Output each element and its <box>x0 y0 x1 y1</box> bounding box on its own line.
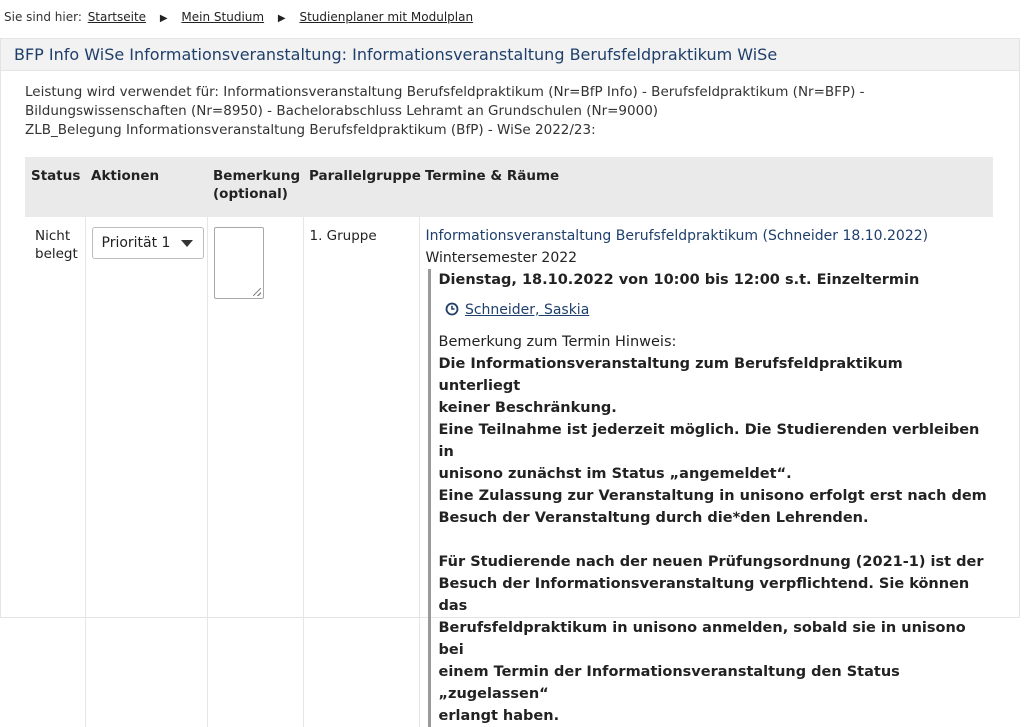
lecturer-row: Schneider, Saskia <box>445 299 988 321</box>
course-panel: BFP Info WiSe Informationsveranstaltung:… <box>0 38 1020 727</box>
usage-line: ZLB_Belegung Informationsveranstaltung B… <box>25 122 596 138</box>
table-row: Nicht belegt Priorität 1 1. Gruppe Infor… <box>25 217 993 727</box>
lecturer-link[interactable]: Schneider, Saskia <box>465 302 589 318</box>
registration-table: Status Aktionen Bemerkung (optional) Par… <box>25 157 993 727</box>
remark-line: Besuch der Veranstaltung durch die*den L… <box>438 510 869 526</box>
breadcrumb-link-startseite[interactable]: Startseite <box>88 10 146 24</box>
appointment-date: Dienstag, 18.10.2022 von 10:00 bis 12:00… <box>438 272 920 288</box>
appointment-detail: Dienstag, 18.10.2022 von 10:00 bis 12:00… <box>427 269 988 727</box>
header-parallel-group: Parallelgruppe <box>303 157 421 217</box>
triangle-right-icon: ▶ <box>277 13 286 24</box>
header-status: Status <box>25 157 85 217</box>
usage-line: Bildungswissenschaften (Nr=8950) - Bache… <box>25 103 659 119</box>
parallel-group-cell: 1. Gruppe <box>303 217 420 727</box>
priority-select-value: Priorität 1 <box>101 235 171 251</box>
remark-line: keiner Beschränkung. <box>438 400 617 416</box>
remark-textarea[interactable] <box>213 227 264 299</box>
header-actions: Aktionen <box>85 157 207 217</box>
resize-grip-icon[interactable] <box>252 288 261 296</box>
usage-info: Leistung wird verwendet für: Information… <box>25 83 1005 140</box>
remark-heading: Bemerkung zum Termin Hinweis: <box>438 334 677 350</box>
remark-cell <box>207 217 304 727</box>
actions-cell: Priorität 1 <box>85 217 208 727</box>
remark-line: Für Studierende nach der neuen Prüfungso… <box>438 554 984 570</box>
clock-icon <box>445 302 458 316</box>
remark-line: Eine Zulassung zur Veranstaltung in unis… <box>438 488 987 504</box>
priority-select[interactable]: Priorität 1 <box>91 227 204 259</box>
breadcrumb-link-mein-studium[interactable]: Mein Studium <box>181 10 264 24</box>
triangle-right-icon: ▶ <box>159 13 168 24</box>
remark-line: Berufsfeldpraktikum in unisono anmelden,… <box>438 620 966 658</box>
remark-line: Die Informationsveranstaltung zum Berufs… <box>438 356 903 394</box>
dates-rooms-cell: Informationsveranstaltung Berufsfeldprak… <box>419 217 993 727</box>
header-remark: Bemerkung (optional) <box>207 157 303 217</box>
chevron-down-icon <box>180 240 193 247</box>
breadcrumb-prefix: Sie sind hier: <box>4 10 82 24</box>
remark-line: Eine Teilnahme ist jederzeit möglich. Di… <box>438 422 980 460</box>
semester-label: Wintersemester 2022 <box>425 250 578 266</box>
breadcrumb-link-studienplaner[interactable]: Studienplaner mit Modulplan <box>299 10 473 24</box>
remark-text: Die Informationsveranstaltung zum Berufs… <box>439 353 988 727</box>
table-header-row: Status Aktionen Bemerkung (optional) Par… <box>25 157 993 217</box>
status-cell: Nicht belegt <box>25 217 86 727</box>
usage-line: Leistung wird verwendet für: Information… <box>25 84 865 100</box>
remark-line: einem Termin der Informationsveranstaltu… <box>438 664 900 702</box>
breadcrumb: Sie sind hier: Startseite ▶ Mein Studium… <box>0 0 1036 34</box>
event-link[interactable]: Informationsveranstaltung Berufsfeldprak… <box>426 228 929 244</box>
remark-line: unisono zunächst im Status „angemeldet“. <box>438 466 792 482</box>
panel-title: BFP Info WiSe Informationsveranstaltung:… <box>1 39 1019 71</box>
remark-line: erlangt haben. <box>438 708 560 724</box>
header-dates-rooms: Termine & Räume <box>419 157 993 217</box>
remark-line: Besuch der Informationsveranstaltung ver… <box>438 576 970 614</box>
